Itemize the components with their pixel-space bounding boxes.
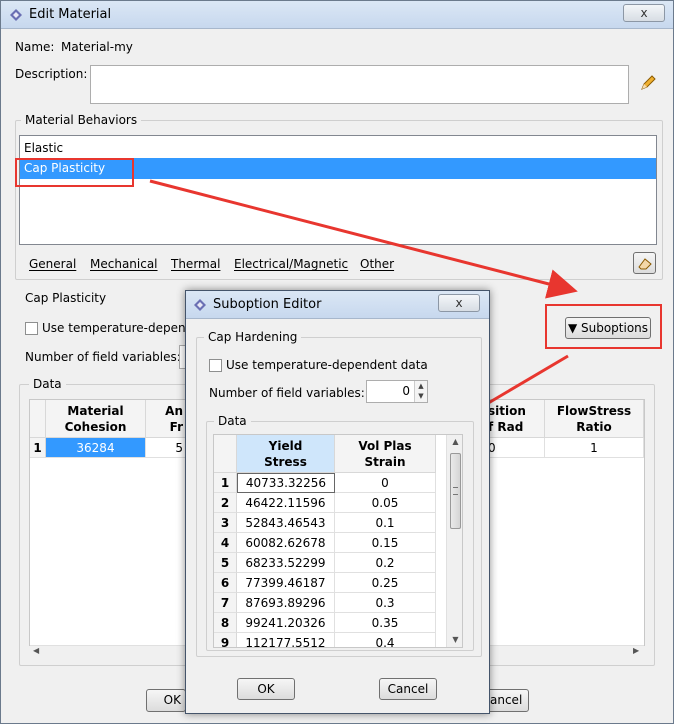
dialog-title: Suboption Editor [213, 297, 322, 312]
cell-angle-friction[interactable]: 5 [146, 438, 186, 458]
spin-down-icon[interactable]: ▼ [415, 391, 427, 401]
table-body: 1 40733.32256 0 2 46422.11596 0.05 3 528… [214, 473, 436, 647]
cell-yield-stress[interactable]: 112177.5512 [237, 633, 335, 647]
scroll-up-icon[interactable]: ▲ [447, 437, 462, 449]
dialog-cancel-button[interactable]: Cancel [379, 678, 437, 700]
cell-vol-plas-strain[interactable]: 0.3 [335, 593, 436, 613]
ok-button[interactable]: OK [146, 689, 186, 712]
annotation-highlight-box-suboptions [545, 304, 662, 349]
row-number: 3 [214, 513, 237, 533]
vertical-scrollbar[interactable]: ▲ ▼ [446, 435, 462, 647]
cell-vol-plas-strain[interactable]: 0.1 [335, 513, 436, 533]
description-label: Description: [15, 67, 88, 81]
cell-vol-plas-strain[interactable]: 0 [335, 473, 436, 493]
field-vars-label: Number of field variables: [25, 350, 181, 364]
cell-yield-stress[interactable]: 87693.89296 [237, 593, 335, 613]
scroll-right-icon[interactable]: ▶ [633, 646, 639, 655]
row-number: 1 [214, 473, 237, 493]
row-number: 8 [214, 613, 237, 633]
cell-vol-plas-strain[interactable]: 0.35 [335, 613, 436, 633]
section-title: Cap Plasticity [25, 291, 107, 305]
dialog-ok-button[interactable]: OK [237, 678, 295, 700]
row-number: 2 [214, 493, 237, 513]
row-number: 1 [30, 438, 46, 458]
annotation-highlight-box [15, 158, 134, 187]
column-header-transition-radius[interactable]: sition f Rad [488, 400, 545, 438]
cancel-button[interactable]: ancel [487, 689, 529, 712]
menu-thermal[interactable]: Thermal [171, 257, 220, 271]
delete-behavior-button[interactable] [633, 252, 656, 274]
column-header-material-cohesion[interactable]: Material Cohesion [46, 400, 146, 438]
close-button[interactable]: x [623, 4, 665, 22]
data-group-title: Data [29, 377, 66, 391]
cell-material-cohesion[interactable]: 36284 [46, 438, 146, 458]
use-temp-checkbox[interactable] [25, 322, 38, 335]
cell-vol-plas-strain[interactable]: 0.4 [335, 633, 436, 647]
material-behaviors-title: Material Behaviors [21, 113, 142, 127]
cell-vol-plas-strain[interactable]: 0.05 [335, 493, 436, 513]
scroll-down-icon[interactable]: ▼ [447, 635, 462, 647]
menu-general[interactable]: General [29, 257, 76, 271]
cell-transition-radius[interactable]: 0 [488, 438, 545, 458]
title-bar[interactable]: Edit Material x [1, 1, 673, 29]
cell-vol-plas-strain[interactable]: 0.15 [335, 533, 436, 553]
suboption-title-bar[interactable]: Suboption Editor x [186, 291, 489, 319]
cell-yield-stress[interactable]: 99241.20326 [237, 613, 335, 633]
cell-yield-stress[interactable]: 68233.52299 [237, 553, 335, 573]
close-icon: x [455, 296, 463, 310]
behaviors-list[interactable]: Elastic Cap Plasticity [19, 135, 657, 245]
edit-pencil-icon[interactable] [638, 73, 658, 93]
column-header-yield-stress[interactable]: Yield Stress [237, 435, 335, 473]
row-number: 6 [214, 573, 237, 593]
table-corner [214, 435, 237, 473]
column-header-angle-friction[interactable]: An Fr [146, 400, 186, 438]
dialog-data-title: Data [214, 414, 251, 428]
cell-yield-stress[interactable]: 52843.46543 [237, 513, 335, 533]
description-input[interactable] [90, 65, 629, 104]
name-label: Name: [15, 40, 55, 54]
cell-yield-stress[interactable]: 60082.62678 [237, 533, 335, 553]
cell-yield-stress[interactable]: 46422.11596 [237, 493, 335, 513]
use-temp-label: Use temperature-depende [42, 321, 201, 335]
column-header-vol-plas-strain[interactable]: Vol Plas Strain [335, 435, 436, 473]
list-item-elastic[interactable]: Elastic [20, 138, 656, 158]
row-number: 5 [214, 553, 237, 573]
dialog-use-temp-label: Use temperature-dependent data [226, 358, 428, 372]
hardening-table[interactable]: Yield Stress Vol Plas Strain 1 40733.322… [213, 434, 463, 648]
dialog-field-vars-label: Number of field variables: [209, 386, 365, 400]
cell-vol-plas-strain[interactable]: 0.2 [335, 553, 436, 573]
dialog-close-button[interactable]: x [438, 294, 480, 312]
suboption-editor-dialog: Suboption Editor x Cap Hardening Use tem… [185, 290, 490, 714]
spin-up-icon[interactable]: ▲ [415, 381, 427, 391]
row-number: 7 [214, 593, 237, 613]
eraser-icon [637, 258, 652, 270]
name-value: Material-my [61, 40, 133, 54]
cell-flowstress-ratio[interactable]: 1 [545, 438, 644, 458]
dialog-use-temp-checkbox[interactable] [209, 359, 222, 372]
dialog-icon [194, 299, 206, 311]
menu-electrical-magnetic[interactable]: Electrical/Magnetic [234, 257, 348, 271]
row-number: 4 [214, 533, 237, 553]
window-title: Edit Material [29, 7, 112, 22]
table-corner [30, 400, 46, 438]
scroll-thumb[interactable] [450, 453, 461, 529]
cell-yield-stress[interactable]: 77399.46187 [237, 573, 335, 593]
app-icon [10, 9, 22, 21]
cell-yield-stress[interactable]: 40733.32256 [237, 473, 335, 493]
menu-mechanical[interactable]: Mechanical [90, 257, 158, 271]
menu-other[interactable]: Other [360, 257, 394, 271]
row-number: 9 [214, 633, 237, 647]
column-header-flowstress-ratio[interactable]: FlowStress Ratio [545, 400, 644, 438]
scroll-left-icon[interactable]: ◀ [33, 646, 39, 655]
cell-vol-plas-strain[interactable]: 0.25 [335, 573, 436, 593]
close-icon: x [640, 6, 648, 20]
field-vars-spinner[interactable]: ▲ ▼ [414, 381, 427, 402]
cap-hardening-title: Cap Hardening [204, 330, 302, 344]
